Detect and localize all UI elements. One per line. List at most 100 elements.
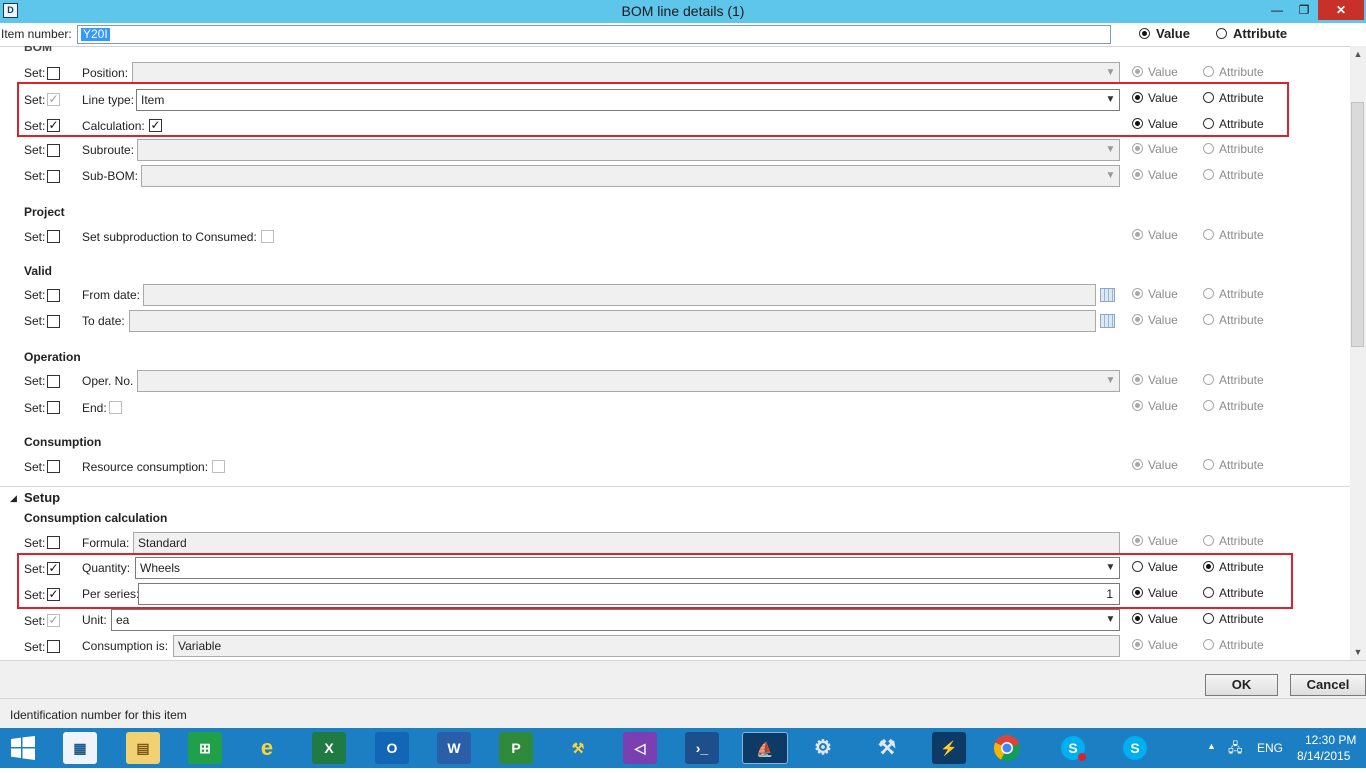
chevron-down-icon[interactable]: ▼ xyxy=(1102,166,1119,186)
file-explorer-icon[interactable]: ▤ xyxy=(126,732,160,764)
formula-value-radio[interactable] xyxy=(1132,535,1143,546)
consumption-is-label: Consumption is: xyxy=(82,639,169,653)
subroute-attribute-radio[interactable] xyxy=(1203,143,1214,154)
chevron-down-icon[interactable]: ▼ xyxy=(1102,610,1119,630)
sub-bom-set-checkbox[interactable] xyxy=(47,170,60,183)
position-field[interactable]: ▼ xyxy=(132,62,1120,84)
resource-consumption-set-checkbox[interactable] xyxy=(47,460,60,473)
scrollbar-thumb[interactable] xyxy=(1351,102,1364,347)
store-icon[interactable]: ⊞ xyxy=(188,732,222,764)
item-attribute-radio[interactable] xyxy=(1216,28,1227,39)
internet-explorer-icon[interactable]: e xyxy=(250,732,284,764)
powershell-icon[interactable]: ›_ xyxy=(685,732,719,764)
close-button[interactable]: ✕ xyxy=(1318,0,1364,20)
group-setup-label[interactable]: Setup xyxy=(24,490,60,505)
from-date-field[interactable] xyxy=(143,284,1096,306)
resource-consumption-value-radio[interactable] xyxy=(1132,459,1143,470)
windows-start-icon[interactable] xyxy=(6,732,40,764)
server-manager-icon[interactable]: ▦ xyxy=(63,732,97,764)
ax-config-icon[interactable]: ⚡ xyxy=(932,732,966,764)
tools-icon[interactable]: ⚒ xyxy=(870,732,904,764)
from-date-value-radio[interactable] xyxy=(1132,288,1143,299)
vertical-scrollbar[interactable]: ▲ ▼ xyxy=(1350,46,1366,660)
chevron-down-icon[interactable]: ▼ xyxy=(1102,371,1119,391)
unit-field[interactable]: ea ▼ xyxy=(111,609,1120,631)
item-value-radio[interactable] xyxy=(1139,28,1150,39)
unit-set-checkbox[interactable]: ✓ xyxy=(47,614,60,627)
to-date-field[interactable] xyxy=(129,310,1096,332)
windows-taskbar: ▦ ▤ ⊞ e X O W P ⚒ ◁ ›_ ⛵ ⚙ ⚒ ⚡ S S ▲ 🖧 E… xyxy=(0,728,1366,768)
to-date-set-checkbox[interactable] xyxy=(47,315,60,328)
cancel-button[interactable]: Cancel xyxy=(1290,674,1366,696)
resource-consumption-set-label: Set: xyxy=(24,460,46,474)
sub-bom-field[interactable]: ▼ xyxy=(141,165,1120,187)
sub-bom-value-radio[interactable] xyxy=(1132,169,1143,180)
network-icon[interactable]: 🖧 xyxy=(1228,739,1243,761)
subroute-set-checkbox[interactable] xyxy=(47,144,60,157)
sub-bom-attribute-radio[interactable] xyxy=(1203,169,1214,180)
subroute-value-radio[interactable] xyxy=(1132,143,1143,154)
formula-attribute-radio[interactable] xyxy=(1203,535,1214,546)
end-value-radio[interactable] xyxy=(1132,400,1143,411)
end-checkbox[interactable] xyxy=(109,401,122,414)
chevron-down-icon[interactable]: ▼ xyxy=(1102,140,1119,160)
oper-no-field[interactable]: ▼ xyxy=(137,370,1120,392)
oper-no-set-checkbox[interactable] xyxy=(47,375,60,388)
dialog-footer: OK Cancel Identification number for this… xyxy=(0,660,1366,729)
clock-date[interactable]: 8/14/2015 xyxy=(1297,749,1350,763)
oper-no-set-label: Set: xyxy=(24,374,46,388)
subproduction-checkbox[interactable] xyxy=(261,230,274,243)
resource-consumption-checkbox[interactable] xyxy=(212,460,225,473)
word-icon[interactable]: W xyxy=(437,732,471,764)
item-number-input[interactable]: Y20I xyxy=(77,25,1111,44)
to-date-value-radio[interactable] xyxy=(1132,314,1143,325)
clock-time[interactable]: 12:30 PM xyxy=(1305,733,1356,747)
position-set-checkbox[interactable] xyxy=(47,67,60,80)
formula-set-checkbox[interactable] xyxy=(47,536,60,549)
outlook-icon[interactable]: O xyxy=(375,732,409,764)
end-attribute-radio[interactable] xyxy=(1203,400,1214,411)
language-indicator[interactable]: ENG xyxy=(1257,741,1283,755)
unit-attribute-radio[interactable] xyxy=(1203,613,1214,624)
minimize-button[interactable]: — xyxy=(1264,0,1290,20)
oper-no-value-radio[interactable] xyxy=(1132,374,1143,385)
consumption-is-set-checkbox[interactable] xyxy=(47,640,60,653)
formula-field[interactable]: Standard xyxy=(133,532,1120,554)
project-icon[interactable]: P xyxy=(499,732,533,764)
tray-expand-icon[interactable]: ▲ xyxy=(1207,741,1216,751)
resource-consumption-attribute-radio[interactable] xyxy=(1203,459,1214,470)
unit-value-radio[interactable] xyxy=(1132,613,1143,624)
calendar-icon[interactable] xyxy=(1100,288,1115,302)
position-attribute-label: Attribute xyxy=(1219,65,1264,79)
subproduction-attribute-radio[interactable] xyxy=(1203,229,1214,240)
consumption-is-value-radio[interactable] xyxy=(1132,639,1143,650)
ok-button[interactable]: OK xyxy=(1205,674,1278,696)
calendar-icon[interactable] xyxy=(1100,314,1115,328)
consumption-is-field[interactable]: Variable xyxy=(173,635,1120,657)
excel-icon[interactable]: X xyxy=(312,732,346,764)
maximize-button[interactable]: ❐ xyxy=(1291,0,1317,20)
dynamics-ax-icon[interactable]: ⛵ xyxy=(742,732,788,764)
from-date-set-checkbox[interactable] xyxy=(47,289,60,302)
chrome-icon[interactable] xyxy=(990,732,1024,764)
settings-gear-icon[interactable]: ⚙ xyxy=(806,732,840,764)
oper-no-attribute-radio[interactable] xyxy=(1203,374,1214,385)
subroute-field[interactable]: ▼ xyxy=(137,139,1120,161)
from-date-attribute-radio[interactable] xyxy=(1203,288,1214,299)
collapse-triangle-icon[interactable]: ◢ xyxy=(10,493,17,504)
scroll-up-icon[interactable]: ▲ xyxy=(1350,46,1366,62)
chevron-down-icon[interactable]: ▼ xyxy=(1102,63,1119,83)
to-date-attribute-radio[interactable] xyxy=(1203,314,1214,325)
visual-studio-icon[interactable]: ◁ xyxy=(623,732,657,764)
subproduction-set-checkbox[interactable] xyxy=(47,230,60,243)
skype-business-icon[interactable]: S xyxy=(1056,732,1090,764)
formula-set-label: Set: xyxy=(24,536,46,550)
end-set-checkbox[interactable] xyxy=(47,401,60,414)
scroll-down-icon[interactable]: ▼ xyxy=(1350,644,1366,660)
position-attribute-radio[interactable] xyxy=(1203,66,1214,77)
subproduction-value-radio[interactable] xyxy=(1132,229,1143,240)
skype-icon[interactable]: S xyxy=(1118,732,1152,764)
position-value-radio[interactable] xyxy=(1132,66,1143,77)
sql-tools-icon[interactable]: ⚒ xyxy=(561,732,595,764)
consumption-is-attribute-radio[interactable] xyxy=(1203,639,1214,650)
